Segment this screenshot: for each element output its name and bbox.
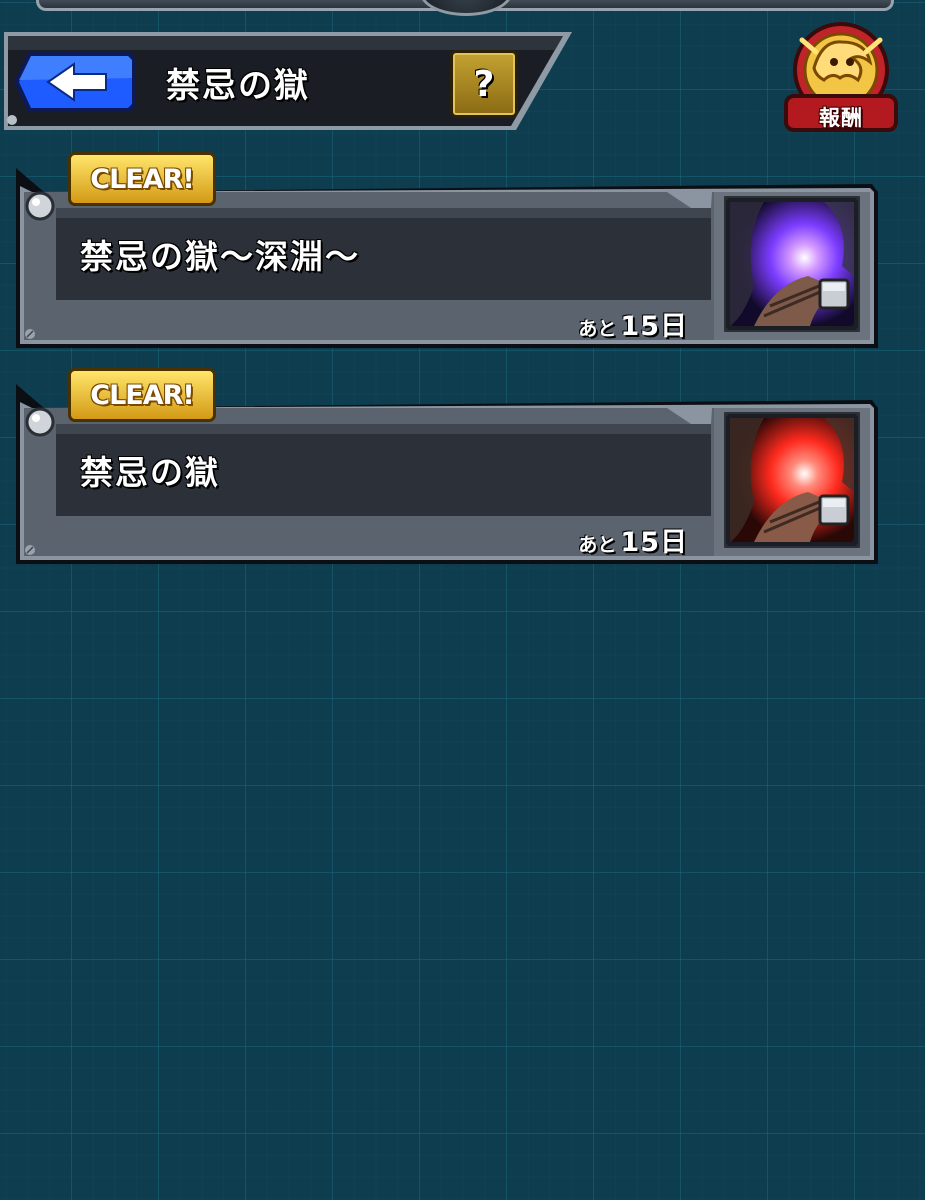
remaining-prefix: あと [578, 318, 617, 340]
clear-badge-text: CLEAR! [90, 379, 194, 411]
quest-card[interactable]: CLEAR! 禁忌の獄〜深淵〜 あと 15日 [12, 152, 878, 352]
back-button[interactable] [12, 50, 138, 114]
quest-title: 禁忌の獄〜深淵〜 [80, 237, 360, 276]
question-mark-icon: ? [473, 63, 495, 105]
quest-title: 禁忌の獄 [80, 453, 220, 492]
reward-button[interactable]: 報酬 [782, 18, 900, 136]
back-arrow-icon [14, 52, 136, 112]
remaining-days: 15日 [620, 311, 688, 342]
page-title: 禁忌の獄 [166, 66, 310, 106]
clear-badge: CLEAR! [68, 152, 216, 206]
abyss-cave-thumbnail [724, 196, 860, 332]
quest-card[interactable]: CLEAR! 禁忌の獄 あと 15日 [12, 368, 878, 568]
help-button[interactable]: ? [450, 50, 518, 118]
top-frame-knob [420, 0, 512, 16]
remaining-time: あと 15日 [578, 304, 688, 343]
remaining-days: 15日 [620, 527, 688, 558]
header-bar: 禁忌の獄 ? [0, 28, 575, 132]
reward-label: 報酬 [819, 105, 863, 130]
clear-badge: CLEAR! [68, 368, 216, 422]
remaining-prefix: あと [578, 534, 617, 556]
clear-badge-text: CLEAR! [90, 163, 194, 195]
crimson-cave-thumbnail [724, 412, 860, 548]
remaining-time: あと 15日 [578, 520, 688, 559]
